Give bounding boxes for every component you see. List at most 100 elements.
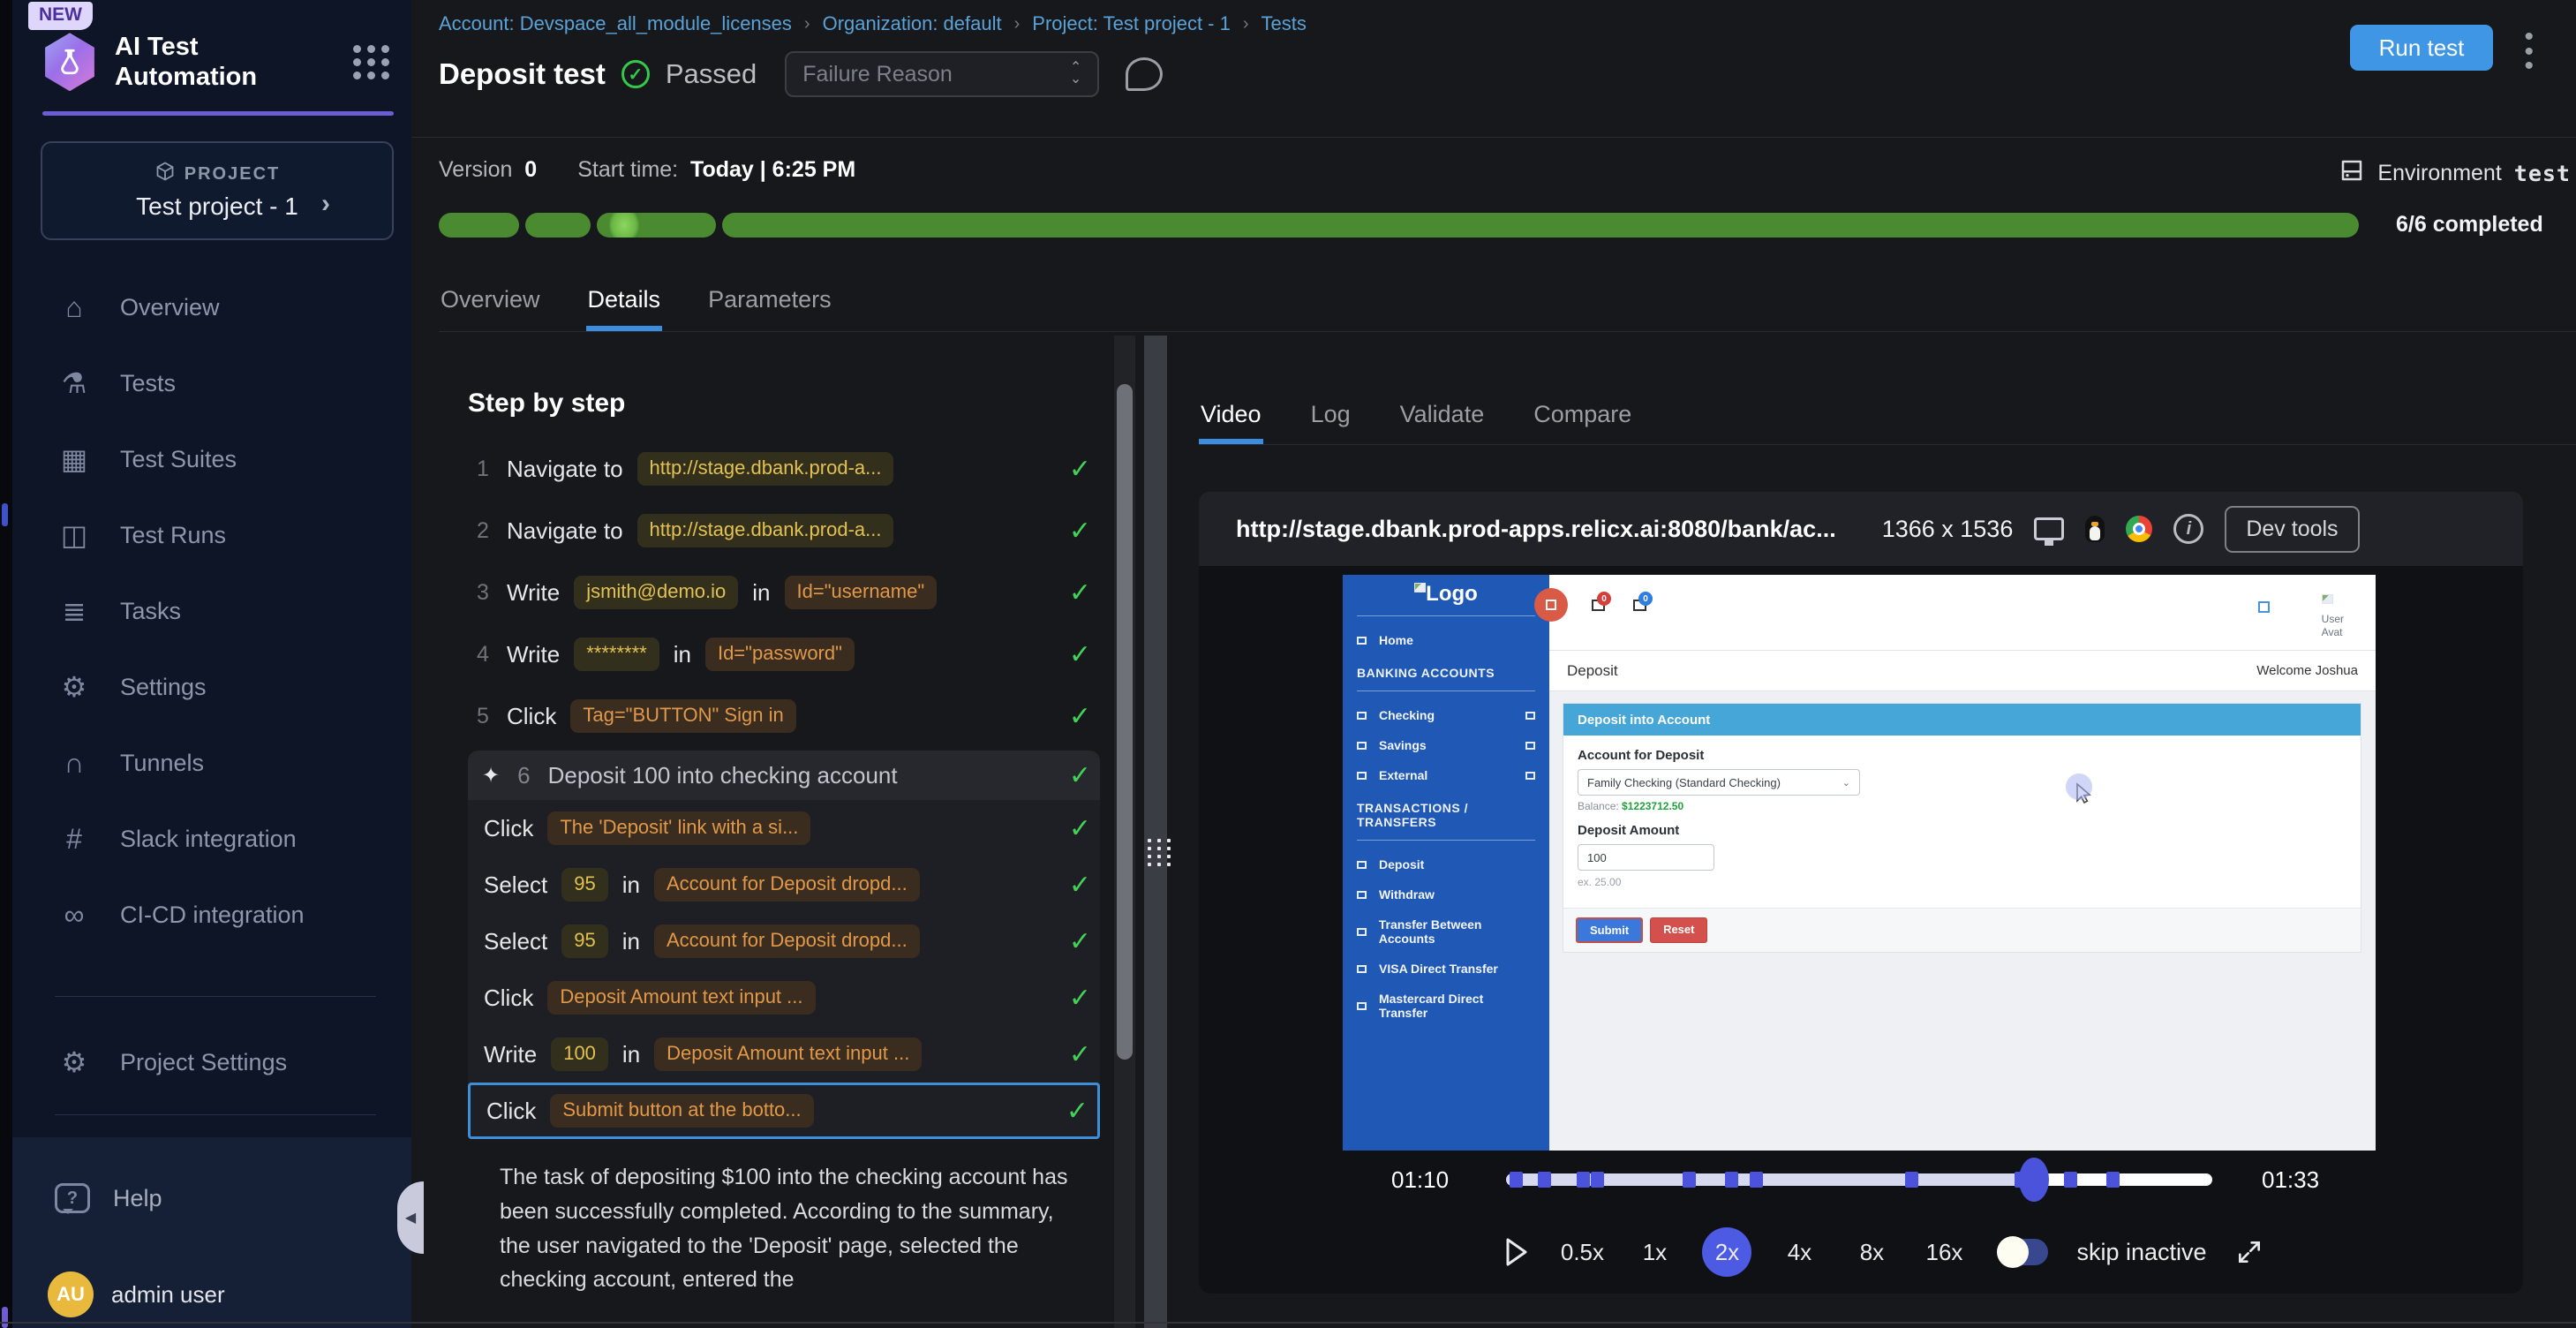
bank-nav-savings[interactable]: Savings [1343, 730, 1549, 760]
project-label: PROJECT [185, 164, 280, 185]
step-row[interactable]: 4Write********inId="password"✓ [468, 623, 1100, 685]
step-passed-check-icon: ✓ [1069, 454, 1091, 485]
timeline-event-marker[interactable] [1905, 1172, 1918, 1188]
play-button[interactable] [1504, 1237, 1529, 1267]
tab-parameters[interactable]: Parameters [706, 281, 833, 331]
step-group-header[interactable]: ✦6Deposit 100 into checking account✓ [468, 751, 1100, 800]
step-action-text: Click [507, 703, 556, 730]
timeline-event-marker[interactable] [1750, 1172, 1763, 1188]
step-row[interactable]: Write100inDeposit Amount text input ...✓ [468, 1026, 1100, 1083]
step-row[interactable]: ClickDeposit Amount text input ...✓ [468, 970, 1100, 1026]
bank-submit-button[interactable]: Submit [1576, 917, 1643, 943]
bank-nav-section: BANKING ACCOUNTS [1343, 655, 1549, 682]
timeline-event-marker[interactable] [1683, 1172, 1696, 1188]
sidebar-item-slack-integration[interactable]: #Slack integration [55, 814, 297, 864]
bank-nav-deposit[interactable]: Deposit [1343, 849, 1549, 879]
speed-4x[interactable]: 4x [1774, 1239, 1824, 1266]
checkbox-icon [1357, 928, 1367, 936]
sidebar-item-settings[interactable]: ⚙Settings [55, 662, 207, 712]
sidebar-item-help[interactable]: ? Help [55, 1183, 162, 1213]
run-test-button[interactable]: Run test [2350, 25, 2493, 71]
account-select[interactable]: Family Checking (Standard Checking) ⌄ [1578, 769, 1860, 796]
edge-accent-purple [2, 1307, 8, 1328]
bank-nav-checking[interactable]: Checking [1343, 700, 1549, 730]
start-time-label: Start time: [577, 157, 678, 182]
fullscreen-icon[interactable] [2235, 1238, 2263, 1266]
video-tab-validate[interactable]: Validate [1398, 396, 1487, 444]
bank-page-title: Deposit [1567, 662, 1618, 680]
tab-overview[interactable]: Overview [439, 281, 542, 331]
status-text: Passed [666, 58, 757, 90]
apps-grid-icon[interactable] [353, 45, 390, 79]
step-row[interactable]: 3Writejsmith@demo.ioinId="username"✓ [468, 562, 1100, 623]
step-row[interactable]: Select95inAccount for Deposit dropd...✓ [468, 856, 1100, 913]
timeline-track[interactable] [1506, 1158, 2212, 1202]
step-row[interactable]: ClickSubmit button at the botto...✓ [468, 1083, 1100, 1139]
kebab-menu-icon[interactable]: ••• [2524, 30, 2534, 74]
step-number: 1 [473, 456, 493, 482]
sidebar-item-tasks[interactable]: ≣Tasks [55, 586, 181, 636]
timeline-event-marker[interactable] [2064, 1172, 2077, 1188]
bank-nav-home[interactable]: Home [1343, 625, 1549, 655]
breadcrumb-item[interactable]: Account: Devspace_all_module_licenses [439, 12, 792, 35]
info-icon[interactable]: i [2173, 514, 2203, 544]
step-row[interactable]: ClickThe 'Deposit' link with a si...✓ [468, 800, 1100, 856]
comment-bubble-icon[interactable] [1126, 57, 1163, 91]
timeline-event-marker[interactable] [2106, 1172, 2120, 1188]
sidebar-item-test-runs[interactable]: ◫Test Runs [55, 510, 226, 560]
skip-inactive-toggle[interactable] [1997, 1239, 2048, 1265]
sidebar-item-test-suites[interactable]: ▦Test Suites [55, 434, 237, 484]
bank-nav-withdraw[interactable]: Withdraw [1343, 879, 1549, 909]
breadcrumb-item[interactable]: Project: Test project - 1 [1032, 12, 1231, 35]
bank-nav-mastercard-direct-transfer[interactable]: Mastercard Direct Transfer [1343, 984, 1549, 1028]
timeline-thumb[interactable] [2019, 1158, 2049, 1202]
speed-8x[interactable]: 8x [1847, 1239, 1896, 1266]
user-menu[interactable]: AU admin user [48, 1271, 225, 1317]
sidebar-item-tests[interactable]: ⚗Tests [55, 358, 176, 408]
bank-page-header: Deposit Welcome Joshua [1549, 651, 2376, 691]
deposit-amount-input[interactable]: 100 [1578, 844, 1714, 871]
step-row[interactable]: 1Navigate tohttp://stage.dbank.prod-a...… [468, 438, 1100, 500]
passed-check-icon: ✓ [621, 60, 650, 88]
timeline-event-marker[interactable] [1725, 1172, 1738, 1188]
video-player: http://stage.dbank.prod-apps.relicx.ai:8… [1199, 492, 2523, 1294]
timeline-event-marker[interactable] [1510, 1172, 1523, 1188]
breadcrumb-separator: › [1014, 14, 1021, 34]
bank-reset-button[interactable]: Reset [1650, 917, 1707, 943]
panel-resize-handle[interactable] [1144, 336, 1167, 1328]
step-row[interactable]: Select95inAccount for Deposit dropd...✓ [468, 913, 1100, 970]
breadcrumb-item[interactable]: Organization: default [823, 12, 1002, 35]
video-tab-compare[interactable]: Compare [1532, 396, 1633, 444]
breadcrumb-item[interactable]: Tests [1262, 12, 1307, 35]
checkbox-icon [1357, 712, 1367, 720]
speed-16x[interactable]: 16x [1919, 1239, 1969, 1266]
speed-2x[interactable]: 2x [1702, 1227, 1751, 1277]
sidebar-item-project-settings[interactable]: ⚙ Project Settings [55, 1038, 287, 1087]
video-tab-video[interactable]: Video [1199, 396, 1263, 444]
devtools-button[interactable]: Dev tools [2225, 506, 2359, 553]
timeline-event-marker[interactable] [1591, 1172, 1604, 1188]
timeline-event-marker[interactable] [1538, 1172, 1551, 1188]
timeline-event-marker[interactable] [1577, 1172, 1590, 1188]
speed-0.5x[interactable]: 0.5x [1557, 1239, 1607, 1266]
project-selector[interactable]: PROJECT Test project - 1 › [41, 141, 394, 240]
failure-reason-select[interactable]: Failure Reason ⌃⌄ [785, 51, 1099, 97]
bank-nav-visa-direct-transfer[interactable]: VISA Direct Transfer [1343, 954, 1549, 984]
bank-nav-external[interactable]: External [1343, 760, 1549, 790]
steps-panel: Step by step 1Navigate tohttp://stage.db… [468, 389, 1100, 1297]
balance-value: $1223712.50 [1622, 800, 1683, 812]
step-action-text: in [622, 1041, 640, 1068]
sidebar-item-ci-cd-integration[interactable]: ∞CI-CD integration [55, 890, 305, 939]
step-locator-chip: Submit button at the botto... [550, 1094, 813, 1128]
tab-details[interactable]: Details [586, 281, 663, 331]
progress-label: 6/6 completed [2396, 212, 2543, 238]
step-row[interactable]: 2Navigate tohttp://stage.dbank.prod-a...… [468, 500, 1100, 562]
video-tab-log[interactable]: Log [1309, 396, 1352, 444]
sidebar-item-overview[interactable]: ⌂Overview [55, 283, 220, 332]
bank-nav-transfer-between-accounts[interactable]: Transfer Between Accounts [1343, 909, 1549, 954]
speed-1x[interactable]: 1x [1630, 1239, 1679, 1266]
steps-scrollbar[interactable] [1114, 336, 1135, 1328]
sidebar-item-tunnels[interactable]: ∩Tunnels [55, 738, 204, 788]
scrollbar-thumb[interactable] [1117, 384, 1133, 1060]
step-row[interactable]: 5ClickTag="BUTTON" Sign in✓ [468, 685, 1100, 747]
